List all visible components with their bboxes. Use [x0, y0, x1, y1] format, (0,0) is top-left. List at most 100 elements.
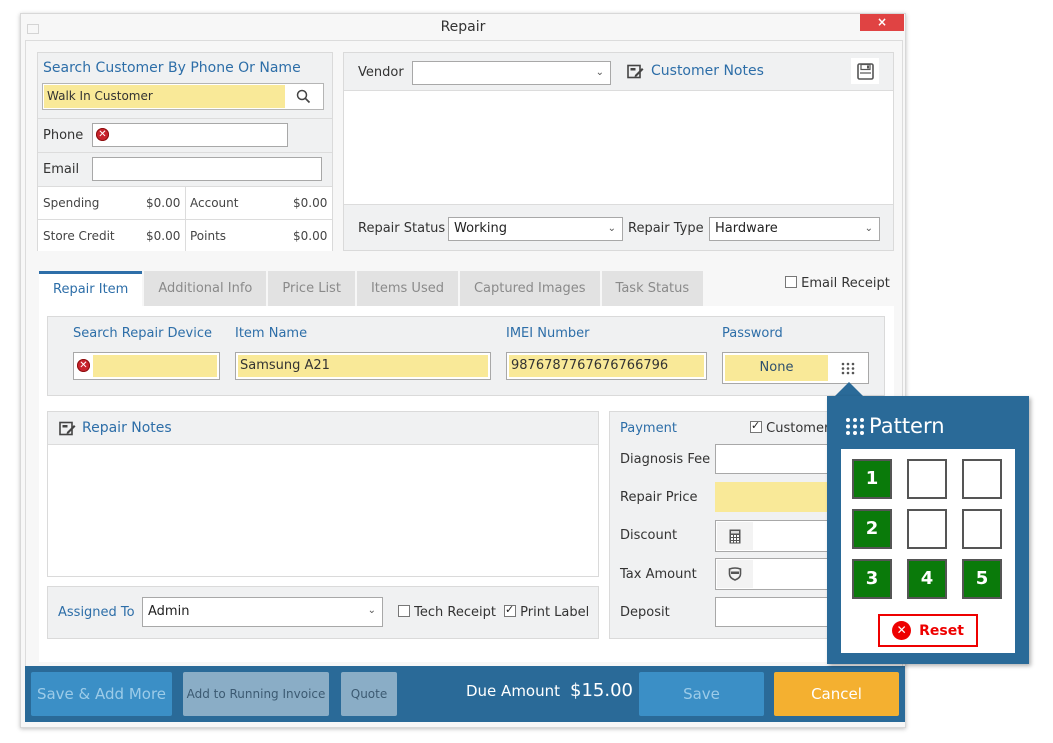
account-value: $0.00 — [293, 196, 328, 210]
repair-status-value: Working — [454, 221, 508, 236]
repair-window: Repair × Search Customer By Phone Or Nam… — [20, 13, 906, 728]
quote-button[interactable]: Quote — [341, 672, 397, 716]
window-title: Repair — [440, 19, 486, 35]
password-label: Password — [722, 326, 783, 341]
pattern-cell[interactable]: 2 — [852, 509, 892, 549]
footer-bar: Save & Add More Add to Running Invoice Q… — [25, 666, 905, 722]
add-to-running-invoice-button[interactable]: Add to Running Invoice — [183, 672, 329, 716]
discount-label: Discount — [620, 528, 678, 543]
search-repair-device-value — [93, 355, 217, 377]
points-value: $0.00 — [293, 229, 328, 243]
chevron-down-icon: ⌄ — [367, 605, 376, 616]
phone-input[interactable]: ✕ — [92, 123, 288, 147]
password-field[interactable]: None — [722, 352, 869, 384]
spending-value: $0.00 — [146, 196, 181, 210]
customer-stats: Spending $0.00 Account $0.00 Store Credi… — [38, 186, 332, 251]
tab-items-used[interactable]: Items Used — [356, 271, 458, 306]
pattern-cell[interactable]: 4 — [907, 559, 947, 599]
tech-receipt-label: Tech Receipt — [414, 605, 496, 620]
due-amount: Due Amount $15.00 — [466, 680, 633, 701]
repair-status-select[interactable]: Working ⌄ — [448, 217, 623, 241]
checkbox[interactable] — [504, 603, 516, 617]
chevron-down-icon: ⌄ — [607, 223, 616, 234]
save-add-more-button[interactable]: Save & Add More — [31, 672, 172, 716]
reset-pattern-button[interactable]: ✕ Reset — [878, 614, 978, 647]
due-amount-label: Due Amount — [466, 682, 560, 700]
customer-search-field[interactable]: Walk In Customer — [42, 83, 324, 110]
assigned-to-select[interactable]: Admin ⌄ — [142, 597, 383, 627]
cancel-button[interactable]: Cancel — [774, 672, 899, 716]
email-receipt-checkbox[interactable]: Email Receipt — [785, 276, 890, 291]
tab-task-status[interactable]: Task Status — [601, 271, 704, 306]
imei-label: IMEI Number — [506, 326, 590, 341]
print-label-label: Print Label — [520, 605, 590, 620]
customer-search-title: Search Customer By Phone Or Name — [43, 60, 301, 76]
divider — [38, 219, 332, 220]
device-panel: Search Repair Device ✕ Item Name Samsung… — [47, 316, 885, 396]
customer-notes-panel: Vendor ⌄ Customer Notes Repair Status Wo… — [343, 52, 894, 251]
spending-label: Spending — [43, 196, 100, 210]
tech-receipt-checkbox[interactable]: Tech Receipt — [398, 605, 496, 620]
tax-button[interactable] — [717, 560, 753, 588]
diagnosis-fee-label: Diagnosis Fee — [620, 452, 711, 467]
customer-notes-textarea[interactable] — [344, 90, 893, 205]
repair-notes-panel: Repair Notes — [47, 411, 599, 577]
tab-additional-info[interactable]: Additional Info — [144, 271, 267, 306]
item-name-input[interactable]: Samsung A21 — [235, 352, 491, 380]
password-value: None — [725, 355, 828, 381]
search-repair-device-input[interactable]: ✕ — [73, 352, 220, 380]
repair-notes-textarea[interactable] — [48, 444, 598, 576]
vendor-select[interactable]: ⌄ — [412, 61, 611, 85]
pattern-cell[interactable]: 3 — [852, 559, 892, 599]
checkbox[interactable] — [785, 276, 797, 288]
pattern-button[interactable] — [828, 353, 868, 383]
repair-tabs: Repair Item Additional Info Price List I… — [39, 271, 705, 306]
tab-captured-images[interactable]: Captured Images — [459, 271, 600, 306]
pattern-cell[interactable] — [907, 459, 947, 499]
pattern-grid-icon — [841, 362, 855, 374]
pattern-cell[interactable] — [962, 509, 1002, 549]
shield-icon — [728, 567, 742, 581]
payment-title: Payment — [620, 421, 677, 436]
tax-amount-label: Tax Amount — [620, 567, 697, 582]
repair-notes-label: Repair Notes — [82, 420, 172, 436]
customer-search-input[interactable]: Walk In Customer — [44, 85, 285, 108]
pattern-cell[interactable] — [907, 509, 947, 549]
title-bar[interactable]: Repair × — [21, 14, 905, 40]
pattern-title-text: Pattern — [869, 414, 945, 438]
chevron-down-icon: ⌄ — [864, 223, 873, 234]
repair-item-tab-content: Search Repair Device ✕ Item Name Samsung… — [39, 306, 894, 662]
tab-price-list[interactable]: Price List — [268, 271, 355, 306]
tab-repair-item[interactable]: Repair Item — [39, 271, 143, 306]
email-input[interactable] — [92, 157, 322, 181]
phone-label: Phone — [43, 128, 84, 143]
print-label-checkbox[interactable]: Print Label — [504, 603, 590, 620]
pattern-popup: Pattern 1 2 3 4 5 ✕ Reset — [827, 396, 1029, 664]
calculator-button[interactable] — [717, 522, 753, 550]
customer-search-button[interactable] — [283, 84, 323, 109]
repair-type-label: Repair Type — [628, 221, 704, 236]
vendor-label: Vendor — [358, 65, 404, 80]
search-icon — [296, 89, 310, 104]
due-amount-value: $15.00 — [570, 680, 633, 701]
save-notes-button[interactable] — [851, 58, 879, 84]
pattern-cell[interactable] — [962, 459, 1002, 499]
save-button[interactable]: Save — [639, 672, 764, 716]
email-receipt-label: Email Receipt — [801, 276, 890, 291]
customer-checkbox[interactable]: Customer — [750, 419, 829, 436]
imei-input[interactable]: 9876787767676766796 — [506, 352, 707, 380]
edit-note-icon — [59, 421, 76, 436]
pattern-cell[interactable]: 1 — [852, 459, 892, 499]
repair-type-select[interactable]: Hardware ⌄ — [709, 217, 880, 241]
account-label: Account — [190, 196, 239, 210]
save-icon — [856, 62, 874, 80]
divider — [38, 152, 332, 153]
checkbox[interactable] — [750, 419, 762, 433]
checkbox[interactable] — [398, 605, 410, 617]
item-name-label: Item Name — [235, 326, 308, 341]
popup-arrow — [834, 382, 864, 397]
close-button[interactable]: × — [860, 14, 904, 31]
edit-note-icon — [627, 64, 644, 79]
pattern-cell[interactable]: 5 — [962, 559, 1002, 599]
store-credit-label: Store Credit — [43, 229, 115, 243]
